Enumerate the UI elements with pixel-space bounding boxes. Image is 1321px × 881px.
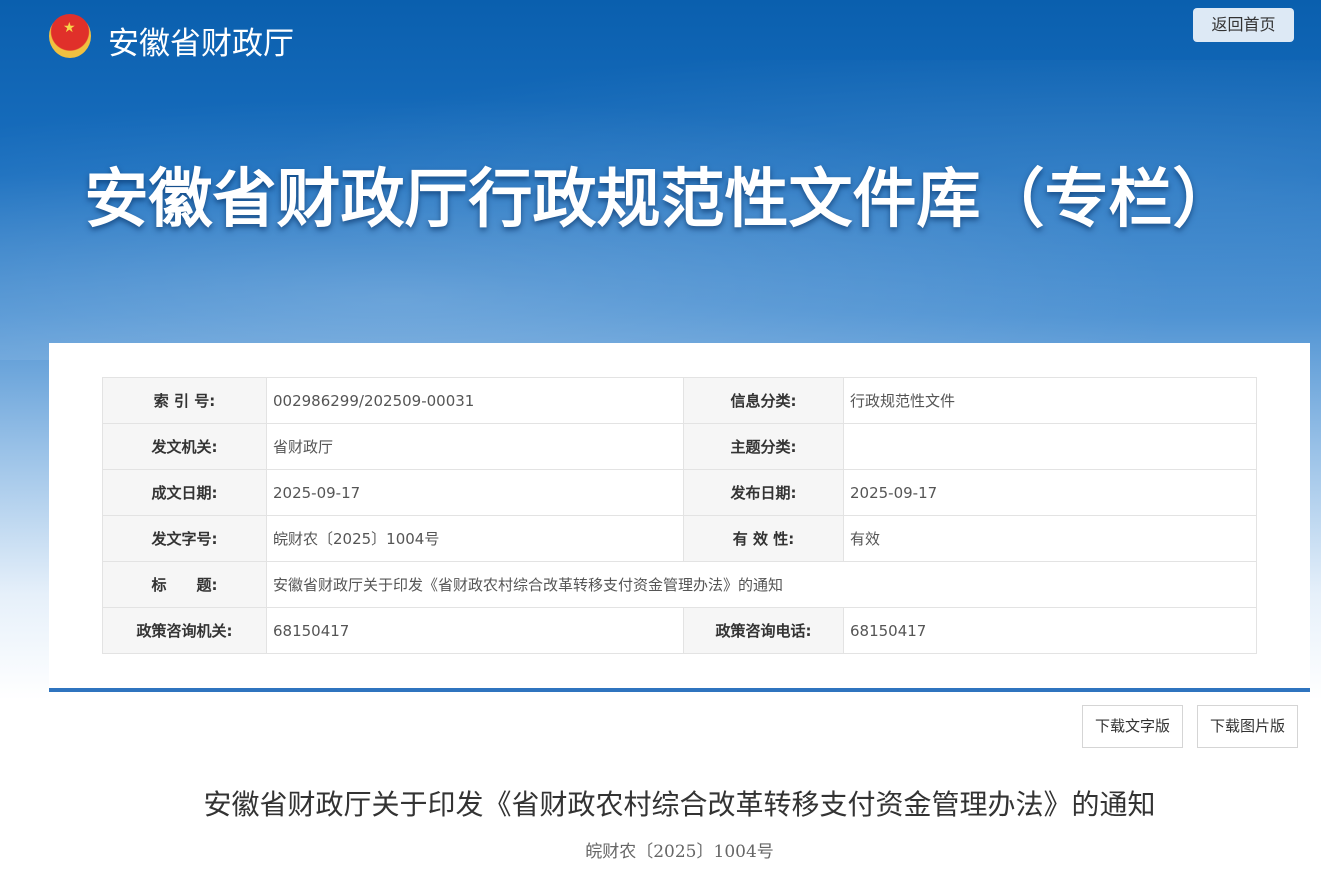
value: 皖财农〔2025〕1004号 — [266, 515, 684, 562]
banner-title: 安徽省财政厅行政规范性文件库（专栏） — [84, 163, 1237, 237]
table-row: 索 引 号: 002986299/202509-00031 信息分类: 行政规范性文件 — [102, 377, 1257, 424]
value: 安徽省财政厅关于印发《省财政农村综合改革转移支付资金管理办法》的通知 — [266, 561, 1257, 608]
document-title: 安徽省财政厅关于印发《省财政农村综合改革转移支付资金管理办法》的通知 — [203, 788, 1156, 821]
value: 68150417 — [266, 607, 684, 654]
value — [843, 423, 1257, 470]
value: 68150417 — [843, 607, 1257, 654]
label: 发文机关: — [102, 423, 267, 470]
value: 省财政厅 — [266, 423, 684, 470]
label: 成文日期: — [102, 469, 267, 516]
info-table: 索 引 号: 002986299/202509-00031 信息分类: 行政规范性文件… — [102, 377, 1257, 654]
content-panel: 索 引 号: 002986299/202509-00031 信息分类: 行政规范性文件… — [49, 343, 1310, 881]
label: 标 题: — [102, 561, 267, 608]
label: 有 效 性: — [683, 515, 844, 562]
table-row: 发文字号: 皖财农〔2025〕1004号有 效 性: 有效 — [102, 515, 1257, 562]
value: 2025-09-17 — [266, 469, 684, 516]
document-number: 皖财农〔2025〕1004号 — [585, 842, 774, 862]
divider — [49, 688, 1310, 692]
value: 2025-09-17 — [843, 469, 1257, 516]
home-button[interactable]: 返回首页 — [1193, 8, 1294, 42]
label: 政策咨询机关: — [102, 607, 267, 654]
table-row: 成文日期: 2025-09-17 发布日期: 2025-09-17 — [102, 469, 1257, 516]
site-name: 安徽省财政厅 — [108, 26, 294, 62]
label: 发文字号: — [102, 515, 267, 562]
label: 主题分类: — [683, 423, 844, 470]
label: 政策咨询电话: — [683, 607, 844, 654]
value: 行政规范性文件 — [843, 377, 1257, 424]
value: 002986299/202509-00031 — [266, 377, 684, 424]
value: 有效 — [843, 515, 1257, 562]
download-image-button[interactable]: 下载图片版 — [1197, 705, 1298, 748]
table-row: 政策咨询机关: 68150417 政策咨询电话: 68150417 — [102, 607, 1257, 654]
download-text-button[interactable]: 下载文字版 — [1082, 705, 1183, 748]
label: 索 引 号: — [102, 377, 267, 424]
table-row: 发文机关: 省财政厅 主题分类: — [102, 423, 1257, 470]
label: 发布日期: — [683, 469, 844, 516]
label: 信息分类: — [683, 377, 844, 424]
national-emblem-icon: ★ — [49, 14, 91, 58]
table-row: 标 题: 安徽省财政厅关于印发《省财政农村综合改革转移支付资金管理办法》的通知 — [102, 561, 1257, 608]
